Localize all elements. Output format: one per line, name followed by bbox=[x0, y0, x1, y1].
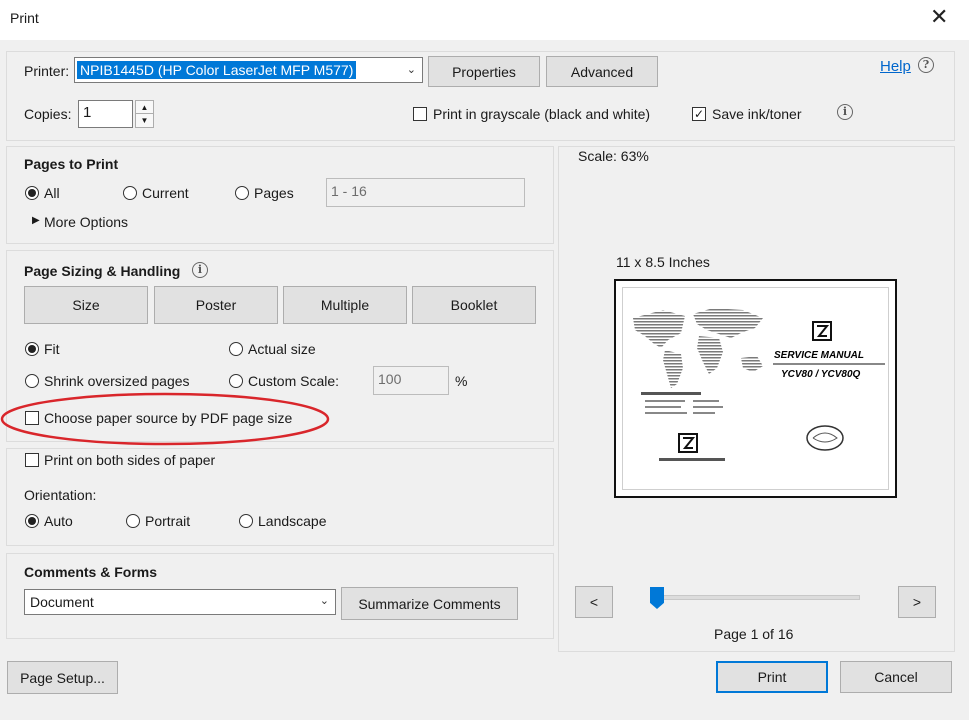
grayscale-label: Print in grayscale (black and white) bbox=[433, 106, 651, 122]
radio-portrait[interactable] bbox=[126, 514, 140, 528]
cancel-button[interactable]: Cancel bbox=[840, 661, 952, 693]
help-icon[interactable]: ? bbox=[918, 57, 934, 73]
page-sizing-info-icon[interactable]: i bbox=[192, 262, 208, 278]
stepper-down-icon[interactable]: ▼ bbox=[136, 114, 153, 127]
stepper-up-icon[interactable]: ▲ bbox=[136, 101, 153, 114]
manual-model: YCV80 / YCV80Q bbox=[781, 369, 861, 380]
comments-select[interactable]: Document ⌄ bbox=[24, 589, 336, 615]
annotation-oval bbox=[0, 392, 330, 446]
page-indicator: Page 1 of 16 bbox=[714, 626, 794, 642]
radio-all[interactable] bbox=[25, 186, 39, 200]
page-sizing-title: Page Sizing & Handling bbox=[24, 263, 181, 279]
close-icon[interactable]: ✕ bbox=[930, 6, 948, 28]
window-title: Print bbox=[10, 10, 39, 26]
tab-size[interactable]: Size bbox=[24, 286, 148, 324]
advanced-button[interactable]: Advanced bbox=[546, 56, 658, 87]
radio-shrink[interactable] bbox=[25, 374, 39, 388]
radio-pages-label: Pages bbox=[254, 185, 294, 201]
radio-portrait-label: Portrait bbox=[145, 513, 191, 529]
copies-stepper[interactable]: ▲ ▼ bbox=[135, 100, 154, 128]
copies-input[interactable]: 1 bbox=[78, 100, 133, 128]
percent-label: % bbox=[455, 373, 468, 389]
copies-label: Copies: bbox=[24, 106, 72, 122]
world-map-graphic: SERVICE MANUAL YCV80 / YCV80Q bbox=[633, 308, 885, 461]
more-options-toggle[interactable]: More Options bbox=[44, 214, 128, 230]
printer-select[interactable]: NPIB1445D (HP Color LaserJet MFP M577) ⌄ bbox=[74, 57, 423, 83]
radio-actual-size-label: Actual size bbox=[248, 341, 316, 357]
radio-landscape[interactable] bbox=[239, 514, 253, 528]
radio-custom-scale-label: Custom Scale: bbox=[248, 373, 340, 389]
radio-actual-size[interactable] bbox=[229, 342, 243, 356]
both-sides-checkbox[interactable] bbox=[25, 453, 39, 467]
radio-fit[interactable] bbox=[25, 342, 39, 356]
help-link[interactable]: Help bbox=[880, 58, 911, 75]
page-setup-button[interactable]: Page Setup... bbox=[7, 661, 118, 694]
save-ink-checkbox[interactable]: ✓ bbox=[692, 107, 706, 121]
manual-title: SERVICE MANUAL bbox=[774, 350, 864, 361]
both-sides-label: Print on both sides of paper bbox=[44, 452, 216, 468]
radio-auto[interactable] bbox=[25, 514, 39, 528]
paper-size-text: 11 x 8.5 Inches bbox=[616, 254, 710, 270]
properties-button[interactable]: Properties bbox=[428, 56, 540, 87]
print-button[interactable]: Print bbox=[716, 661, 828, 693]
radio-shrink-label: Shrink oversized pages bbox=[44, 373, 190, 389]
radio-pages[interactable] bbox=[235, 186, 249, 200]
info-icon[interactable]: i bbox=[837, 104, 853, 120]
next-page-button[interactable]: > bbox=[898, 586, 936, 618]
radio-all-label: All bbox=[44, 185, 60, 201]
scale-text: Scale: 63% bbox=[578, 148, 649, 164]
page-slider-track[interactable] bbox=[651, 595, 860, 600]
custom-scale-input[interactable]: 100 bbox=[373, 366, 449, 395]
radio-auto-label: Auto bbox=[44, 513, 73, 529]
title-bar bbox=[0, 0, 969, 40]
comments-title: Comments & Forms bbox=[24, 564, 158, 580]
pages-to-print-title: Pages to Print bbox=[24, 156, 119, 172]
tab-poster[interactable]: Poster bbox=[154, 286, 278, 324]
summarize-comments-button[interactable]: Summarize Comments bbox=[341, 587, 518, 620]
printer-label: Printer: bbox=[24, 63, 70, 79]
radio-fit-label: Fit bbox=[44, 341, 60, 357]
preview-page: SERVICE MANUAL YCV80 / YCV80Q bbox=[614, 279, 897, 498]
grayscale-checkbox[interactable] bbox=[413, 107, 427, 121]
pages-range-input[interactable]: 1 - 16 bbox=[326, 178, 525, 207]
save-ink-label: Save ink/toner bbox=[712, 106, 802, 122]
radio-custom-scale[interactable] bbox=[229, 374, 243, 388]
radio-landscape-label: Landscape bbox=[258, 513, 327, 529]
triangle-right-icon[interactable]: ▶ bbox=[32, 215, 40, 226]
chevron-down-icon: ⌄ bbox=[319, 595, 329, 607]
preview-page-content: SERVICE MANUAL YCV80 / YCV80Q bbox=[622, 287, 889, 490]
printer-select-value: NPIB1445D (HP Color LaserJet MFP M577) bbox=[77, 61, 357, 79]
orientation-label: Orientation: bbox=[24, 487, 97, 503]
radio-current[interactable] bbox=[123, 186, 137, 200]
tab-multiple[interactable]: Multiple bbox=[283, 286, 407, 324]
tab-booklet[interactable]: Booklet bbox=[412, 286, 536, 324]
chevron-down-icon: ⌄ bbox=[406, 64, 416, 76]
radio-current-label: Current bbox=[142, 185, 189, 201]
comments-select-value: Document bbox=[30, 594, 94, 610]
prev-page-button[interactable]: < bbox=[575, 586, 613, 618]
